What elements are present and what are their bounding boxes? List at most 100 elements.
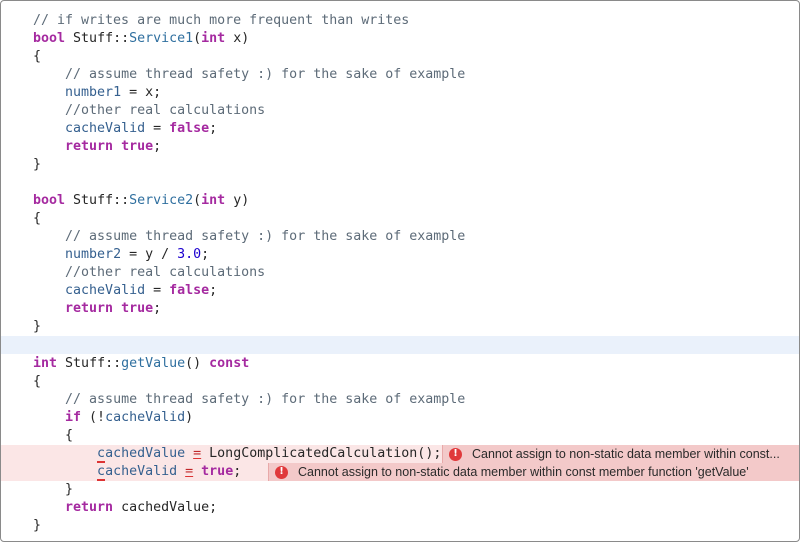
code-line-22[interactable]: // assume thread safety :) for the sake … — [1, 391, 799, 409]
scope-operator: :: — [105, 356, 122, 371]
keyword: return — [65, 500, 114, 515]
number-literal: 3.0 — [177, 247, 202, 262]
error-diagnostic-2[interactable]: ! Cannot assign to non-static data membe… — [268, 463, 799, 481]
paren-open: ( — [193, 193, 202, 208]
error-diagnostic-1[interactable]: ! Cannot assign to non-static data membe… — [442, 445, 799, 463]
code-line-13[interactable]: // assume thread safety :) for the sake … — [1, 228, 799, 246]
brace: { — [33, 49, 42, 64]
code-line-15[interactable]: //other real calculations — [1, 264, 799, 282]
code-line-6[interactable]: //other real calculations — [1, 102, 799, 120]
param-type: int — [201, 193, 226, 208]
member-variable: achedValue — [105, 446, 186, 461]
semicolon: ; — [233, 464, 242, 479]
return-value: cachedValue; — [113, 500, 218, 515]
member-variable: cacheValid — [65, 121, 146, 136]
param-name: x — [225, 31, 242, 46]
comment: //other real calculations — [65, 103, 266, 118]
semicolon: ; — [209, 283, 218, 298]
assign-operator: = — [145, 121, 170, 136]
code-line-26-error[interactable]: cacheValid = true; ! Cannot assign to no… — [1, 463, 799, 481]
param-name: y — [225, 193, 242, 208]
member-variable: acheValid — [105, 464, 178, 479]
brace: } — [33, 157, 42, 172]
semicolon: ; — [209, 121, 218, 136]
code-line-7[interactable]: cacheValid = false; — [1, 120, 799, 138]
paren-close: ) — [241, 193, 250, 208]
code-line-29[interactable]: } — [1, 517, 799, 535]
paren-close: ) — [241, 31, 250, 46]
code-line-5[interactable]: number1 = x; — [1, 84, 799, 102]
error-icon: ! — [275, 465, 288, 479]
code-line-8[interactable]: return true; — [1, 138, 799, 156]
code-line-18[interactable]: } — [1, 318, 799, 336]
statement-rest: = x; — [121, 85, 162, 100]
current-line-highlight[interactable] — [1, 336, 799, 354]
keyword: bool — [33, 31, 66, 46]
code-editor[interactable]: // if writes are much more frequent than… — [0, 0, 800, 542]
bool-literal: false — [169, 283, 210, 298]
keyword-const: const — [209, 356, 250, 371]
function-name: Service2 — [129, 193, 194, 208]
code-line-12[interactable]: { — [1, 210, 799, 228]
assign-operator: = — [145, 283, 170, 298]
code-line-27[interactable]: } — [1, 481, 799, 499]
code-line-23[interactable]: if (!cacheValid) — [1, 409, 799, 427]
assign-operator-error: = — [185, 464, 194, 479]
parens: () — [185, 356, 202, 371]
paren-open: ( — [193, 31, 202, 46]
class-name: Stuff — [65, 356, 106, 371]
code-line-21[interactable]: { — [1, 373, 799, 391]
code-line-28[interactable]: return cachedValue; — [1, 499, 799, 517]
comment: // assume thread safety :) for the sake … — [65, 229, 466, 244]
code-line-1[interactable]: // if writes are much more frequent than… — [1, 12, 799, 30]
keyword: return — [65, 301, 114, 316]
code-line-20[interactable]: int Stuff::getValue() const — [1, 355, 799, 373]
brace: { — [33, 374, 42, 389]
code-line-9[interactable]: } — [1, 156, 799, 174]
bool-literal: false — [169, 121, 210, 136]
brace: } — [33, 319, 42, 334]
semicolon: ; — [201, 247, 210, 262]
keyword: return — [65, 139, 114, 154]
code-line-3[interactable]: { — [1, 48, 799, 66]
assign-operator-error: = — [193, 446, 202, 461]
code-line-11[interactable]: bool Stuff::Service2(int y) — [1, 192, 799, 210]
class-name: Stuff — [73, 31, 114, 46]
bool-literal: true — [121, 301, 154, 316]
scope-operator: :: — [113, 31, 130, 46]
error-icon: ! — [449, 447, 462, 461]
keyword: bool — [33, 193, 66, 208]
param-type: int — [201, 31, 226, 46]
bool-literal: true — [201, 464, 234, 479]
member-variable: cacheValid — [105, 410, 186, 425]
code-line-17[interactable]: return true; — [1, 300, 799, 318]
semicolon: ; — [153, 139, 162, 154]
class-name: Stuff — [73, 193, 114, 208]
error-marker: c — [97, 464, 106, 481]
code-line-2[interactable]: bool Stuff::Service1(int x) — [1, 30, 799, 48]
scope-operator: :: — [113, 193, 130, 208]
brace: { — [33, 211, 42, 226]
comment: //other real calculations — [65, 265, 266, 280]
keyword: int — [33, 356, 58, 371]
expression: = y / — [121, 247, 178, 262]
code-line-10[interactable] — [1, 174, 799, 192]
bool-literal: true — [121, 139, 154, 154]
brace: } — [33, 518, 42, 533]
code-line-25-error[interactable]: cachedValue = LongComplicatedCalculation… — [1, 445, 799, 463]
code-line-4[interactable]: // assume thread safety :) for the sake … — [1, 66, 799, 84]
brace: } — [65, 482, 74, 497]
error-marker: c — [97, 446, 106, 463]
comment: // assume thread safety :) for the sake … — [65, 67, 466, 82]
code-line-16[interactable]: cacheValid = false; — [1, 282, 799, 300]
error-message: Cannot assign to non-static data member … — [298, 465, 749, 479]
code-line-14[interactable]: number2 = y / 3.0; — [1, 246, 799, 264]
function-name: getValue — [121, 356, 186, 371]
condition-open: (! — [81, 410, 106, 425]
comment: // if writes are much more frequent than… — [33, 13, 410, 28]
function-name: Service1 — [129, 31, 194, 46]
error-message: Cannot assign to non-static data member … — [472, 447, 780, 461]
code-line-24[interactable]: { — [1, 427, 799, 445]
member-variable: cacheValid — [65, 283, 146, 298]
brace: { — [65, 428, 74, 443]
